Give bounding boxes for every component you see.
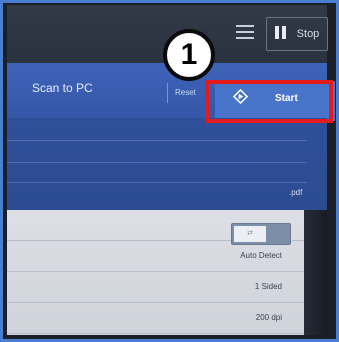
settings-value: 200 dpi xyxy=(255,313,282,322)
settings-value: Auto Detect xyxy=(240,251,282,260)
screen-edge xyxy=(304,210,327,335)
divider xyxy=(7,140,307,141)
page-title: Scan to PC xyxy=(32,81,93,95)
divider xyxy=(167,83,168,103)
menu-icon[interactable] xyxy=(236,25,254,39)
settings-row-color[interactable]: Auto Detect xyxy=(7,241,304,272)
start-highlight-box xyxy=(205,80,333,123)
scan-options-area: .pdf xyxy=(7,118,327,210)
reset-button[interactable]: Reset xyxy=(175,88,196,97)
settings-row-toggle[interactable]: ⇄ xyxy=(7,210,304,245)
toggle-knob: ⇄ xyxy=(234,226,266,242)
settings-row-sides[interactable]: 1 Sided xyxy=(7,272,304,303)
stop-label: Stop xyxy=(296,28,320,40)
settings-row-resolution[interactable]: 200 dpi xyxy=(7,303,304,334)
settings-list: ⇄ Auto Detect 1 Sided 200 dpi xyxy=(7,210,304,335)
stop-button[interactable]: Stop xyxy=(266,17,328,51)
step-callout: 1 xyxy=(163,29,215,81)
file-format-value[interactable]: .pdf xyxy=(289,188,302,197)
divider xyxy=(7,162,307,163)
pause-icon xyxy=(274,26,289,42)
settings-value: 1 Sided xyxy=(254,282,282,291)
divider xyxy=(7,182,307,183)
